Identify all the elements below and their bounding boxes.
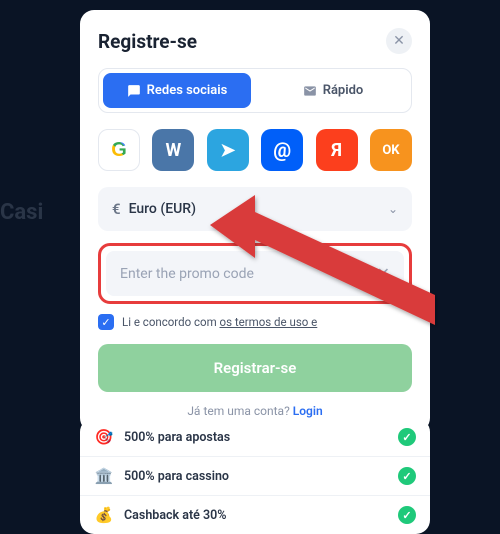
currency-select[interactable]: € Euro (EUR) ⌄ <box>98 187 412 231</box>
cashback-icon: 💰 <box>94 505 114 525</box>
bonus-text: 500% para cassino <box>124 469 388 484</box>
google-icon: G <box>111 139 127 162</box>
target-icon: 🎯 <box>94 427 114 447</box>
check-badge-icon: ✓ <box>398 506 416 524</box>
register-tabs: Redes sociais Rápido <box>98 68 412 113</box>
bonus-text: 500% para apostas <box>124 430 388 445</box>
chat-icon <box>127 84 141 98</box>
slot-icon: 🏛️ <box>94 466 114 486</box>
terms-prefix: Li e concordo com <box>122 315 220 329</box>
social-ok[interactable]: OK <box>370 129 412 171</box>
promo-highlight: ✕ <box>98 243 412 304</box>
login-prompt: Já tem uma conta? <box>187 404 292 418</box>
envelope-icon <box>303 84 317 98</box>
social-vk[interactable]: W <box>152 129 194 171</box>
promo-field: ✕ <box>106 251 404 296</box>
bonus-item: 🎯 500% para apostas ✓ <box>80 418 430 457</box>
close-button[interactable]: ✕ <box>386 28 412 54</box>
tab-social-label: Redes sociais <box>147 83 228 98</box>
tab-social[interactable]: Redes sociais <box>103 73 251 108</box>
close-icon: ✕ <box>393 33 405 49</box>
tab-quick-label: Rápido <box>323 83 364 98</box>
register-modal: Registre-se ✕ Redes sociais Rápido G W ➤… <box>80 10 430 432</box>
vk-icon: W <box>166 140 182 161</box>
promo-input[interactable] <box>120 266 377 282</box>
mailru-icon: @ <box>273 138 291 162</box>
clear-icon[interactable]: ✕ <box>377 264 390 283</box>
ok-icon: OK <box>382 143 399 158</box>
telegram-icon: ➤ <box>220 140 235 161</box>
social-google[interactable]: G <box>98 129 140 171</box>
modal-header: Registre-se ✕ <box>98 28 412 54</box>
bonus-panel: 🎯 500% para apostas ✓ 🏛️ 500% para cassi… <box>80 418 430 534</box>
register-button[interactable]: Registrar-se <box>98 344 412 392</box>
yandex-icon: Я <box>331 140 342 161</box>
bonus-text: Cashback até 30% <box>124 508 388 523</box>
terms-text: Li e concordo com os termos de uso e <box>122 315 317 329</box>
modal-title: Registre-se <box>98 30 197 53</box>
check-icon: ✓ <box>101 316 110 329</box>
terms-row: ✓ Li e concordo com os termos de uso e <box>98 314 412 330</box>
login-link[interactable]: Login <box>293 404 323 418</box>
social-row: G W ➤ @ Я OK <box>98 129 412 171</box>
currency-symbol: € <box>112 200 121 218</box>
terms-link[interactable]: os termos de uso e <box>220 315 318 329</box>
login-row: Já tem uma conta? Login <box>98 404 412 418</box>
currency-label: Euro (EUR) <box>129 201 380 217</box>
chevron-down-icon: ⌄ <box>388 202 398 216</box>
tab-quick[interactable]: Rápido <box>259 73 407 108</box>
social-mailru[interactable]: @ <box>261 129 303 171</box>
check-badge-icon: ✓ <box>398 467 416 485</box>
bonus-item: 💰 Cashback até 30% ✓ <box>80 496 430 534</box>
terms-checkbox[interactable]: ✓ <box>98 314 114 330</box>
background-text: Casi <box>0 200 43 225</box>
check-badge-icon: ✓ <box>398 428 416 446</box>
bonus-item: 🏛️ 500% para cassino ✓ <box>80 457 430 496</box>
social-yandex[interactable]: Я <box>316 129 358 171</box>
social-telegram[interactable]: ➤ <box>207 129 249 171</box>
